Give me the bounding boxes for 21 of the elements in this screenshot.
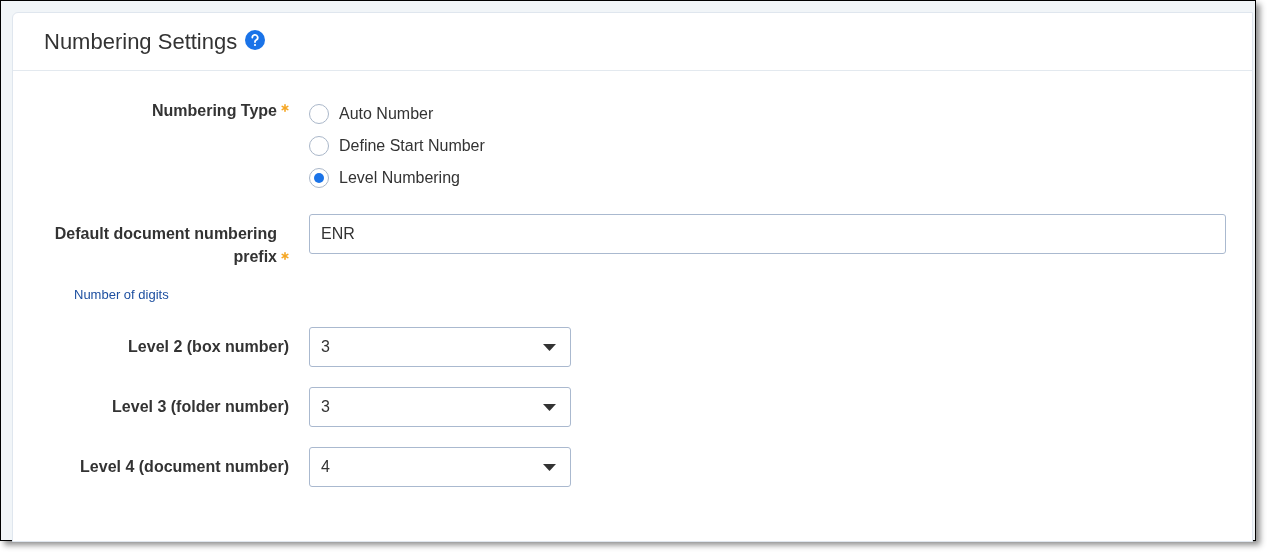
digits-select[interactable]: 4 — [309, 447, 571, 487]
radio-option[interactable]: Auto Number — [309, 98, 485, 130]
field-label: Level 2 (box number) — [128, 338, 289, 355]
field-label: Level 3 (folder number) — [112, 398, 289, 415]
caret-icon — [543, 463, 556, 471]
prefix-input[interactable]: ENR — [309, 214, 1226, 254]
radio-option[interactable]: Define Start Number — [309, 130, 485, 162]
radio-button[interactable] — [309, 136, 329, 156]
panel-title: Numbering Settings — [44, 28, 238, 56]
radio-option[interactable]: Level Numbering — [309, 162, 485, 194]
digits-select[interactable]: 3 — [309, 327, 571, 367]
section-heading: Number of digits — [74, 287, 169, 302]
radio-button[interactable] — [309, 168, 329, 188]
digits-select[interactable]: 3 — [309, 387, 571, 427]
field-label: Level 4 (document number) — [80, 458, 289, 475]
field-label: Numbering Type — [151, 102, 277, 119]
caret-icon — [543, 343, 556, 351]
caret-icon — [543, 403, 556, 411]
field-label: Default document numbering prefix — [54, 224, 277, 267]
help-icon[interactable] — [245, 29, 266, 50]
radio-button[interactable] — [309, 104, 329, 124]
